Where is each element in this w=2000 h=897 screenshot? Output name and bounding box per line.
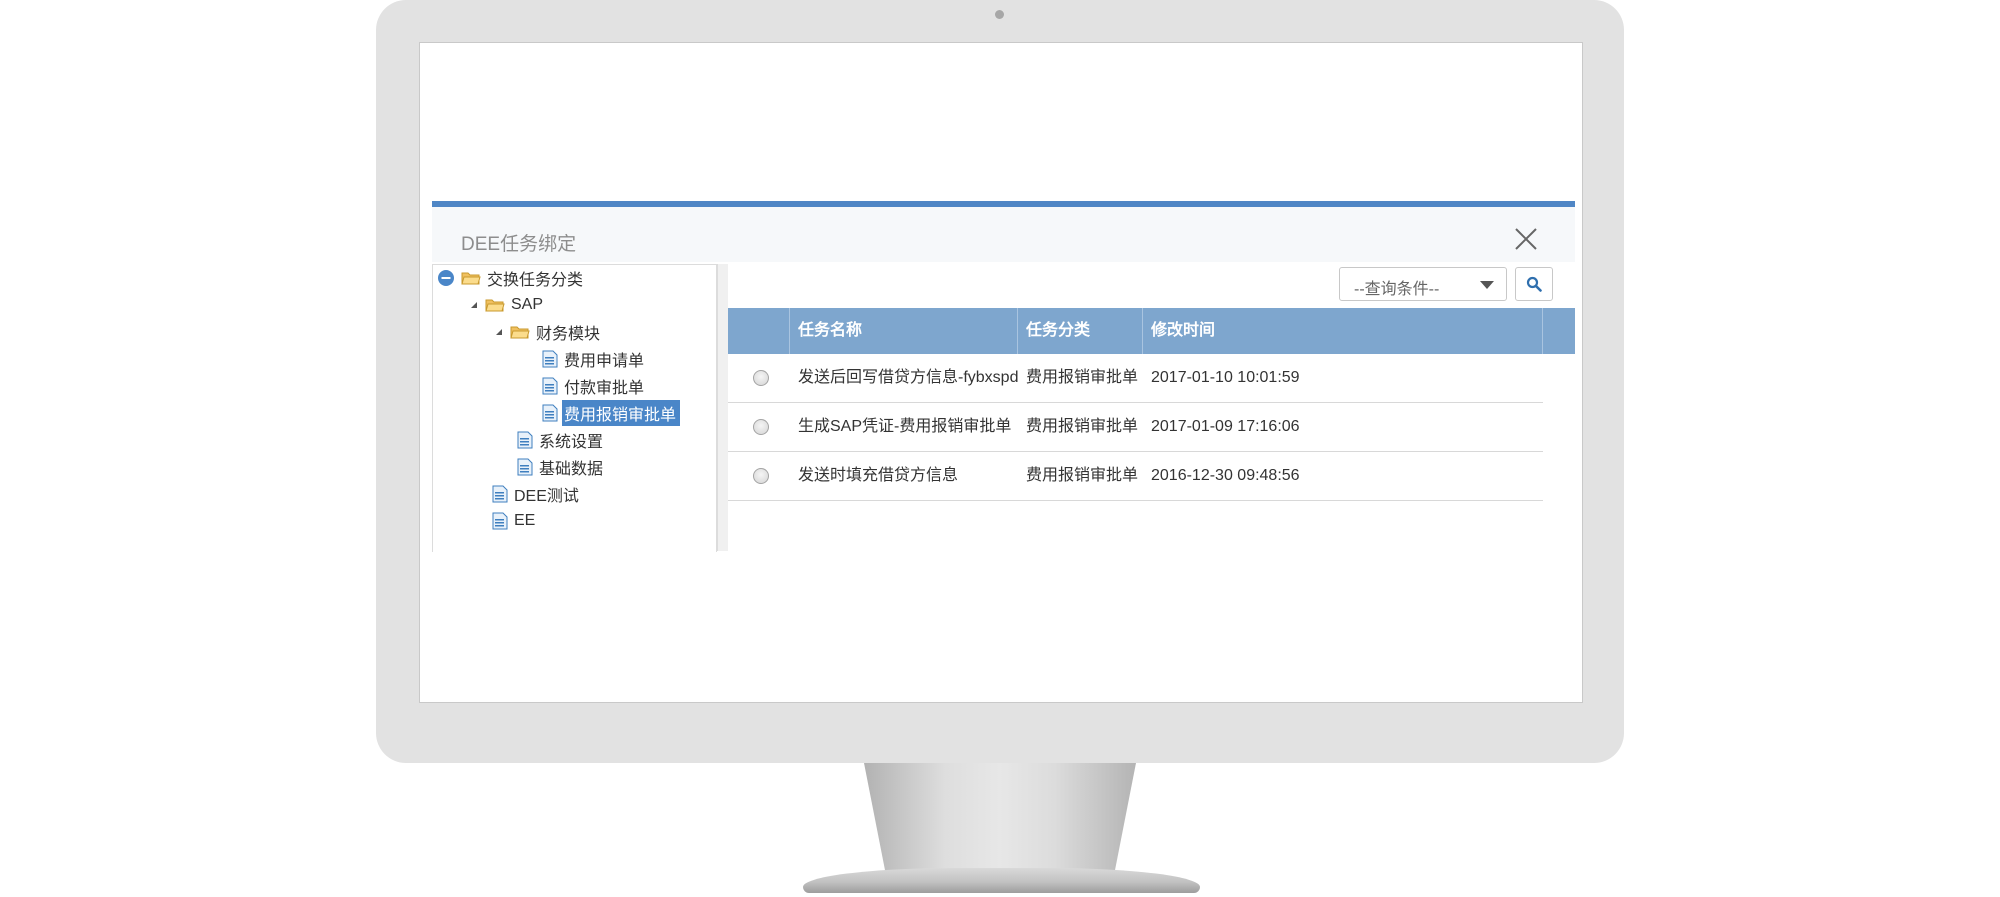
header-task-category[interactable]: 任务分类	[1018, 308, 1143, 354]
dialog-header: DEE任务绑定	[432, 207, 1575, 262]
tree-label: DEE测试	[514, 488, 579, 505]
row-radio[interactable]	[753, 468, 769, 484]
tree-label: SAP	[511, 296, 544, 313]
cell-modified-time: 2017-01-10 10:01:59	[1151, 369, 1300, 386]
collapse-icon[interactable]	[437, 269, 455, 287]
cell-task-category: 费用报销审批单	[1026, 467, 1139, 484]
tree-label: 费用报销审批单	[562, 400, 681, 426]
tree-label: 付款审批单	[564, 380, 645, 397]
task-grid-area: --查询条件-- 任务名称 任务分类 修改时间 发送后回写借贷方信息-fybxs…	[728, 264, 1575, 551]
cell-task-category: 费用报销审批单	[1026, 418, 1139, 435]
query-condition-label: --查询条件--	[1354, 281, 1440, 298]
monitor-stand-neck	[864, 763, 1136, 874]
tree-node-finance[interactable]: 财务模块	[494, 321, 604, 343]
chevron-down-icon	[1480, 281, 1494, 289]
tree-node-ee[interactable]: EE	[492, 510, 539, 532]
tree-label: 费用申请单	[564, 353, 645, 370]
tree-label: EE	[514, 512, 536, 529]
cell-task-name: 发送后回写借贷方信息-fybxspd	[798, 369, 1019, 386]
monitor-screen: DEE任务绑定 交换任务分类 SAP 财务模块 费用申请单 付款审批单 费用报销…	[419, 42, 1583, 703]
grid-header: 任务名称 任务分类 修改时间	[728, 308, 1575, 354]
camera-dot	[995, 10, 1004, 19]
cell-modified-time: 2017-01-09 17:16:06	[1151, 418, 1300, 435]
tree-node-expense[interactable]: 费用报销审批单	[542, 400, 681, 426]
cell-modified-time: 2016-12-30 09:48:56	[1151, 467, 1300, 484]
search-button[interactable]	[1515, 267, 1553, 301]
tree-node-dee-test[interactable]: DEE测试	[492, 483, 583, 505]
document-icon	[542, 404, 558, 422]
folder-open-icon	[510, 326, 530, 339]
tree-node-system[interactable]: 系统设置	[517, 429, 607, 451]
table-row[interactable]: 发送后回写借贷方信息-fybxspd 费用报销审批单 2017-01-10 10…	[728, 354, 1543, 403]
category-tree: 交换任务分类 SAP 财务模块 费用申请单 付款审批单 费用报销审批单 系统设置…	[432, 264, 717, 552]
cell-task-name: 发送时填充借贷方信息	[798, 467, 959, 484]
tree-node-sap[interactable]: SAP	[469, 294, 547, 316]
header-task-name[interactable]: 任务名称	[790, 308, 1018, 354]
cell-task-name: 生成SAP凭证-费用报销审批单	[798, 418, 1012, 435]
dialog-title: DEE任务绑定	[461, 234, 577, 255]
cell-task-category: 费用报销审批单	[1026, 369, 1139, 386]
expanded-triangle-icon[interactable]	[469, 300, 479, 310]
close-icon	[1515, 228, 1537, 250]
tree-node-fee-apply[interactable]: 费用申请单	[542, 348, 648, 370]
tree-node-basic-data[interactable]: 基础数据	[517, 456, 607, 478]
pane-splitter[interactable]	[717, 264, 728, 551]
query-condition-select[interactable]: --查询条件--	[1339, 267, 1507, 301]
table-row[interactable]: 发送时填充借贷方信息 费用报销审批单 2016-12-30 09:48:56	[728, 452, 1543, 501]
tree-label: 系统设置	[539, 434, 604, 451]
document-icon	[492, 485, 508, 503]
row-radio[interactable]	[753, 419, 769, 435]
tree-node-root[interactable]: 交换任务分类	[437, 267, 587, 289]
header-modified-time[interactable]: 修改时间	[1143, 308, 1543, 354]
folder-open-icon	[485, 299, 505, 312]
monitor-stand-base	[803, 868, 1200, 893]
tree-node-payment[interactable]: 付款审批单	[542, 375, 648, 397]
header-select-column	[728, 308, 790, 354]
tree-label: 财务模块	[536, 326, 601, 343]
tree-label: 交换任务分类	[487, 272, 584, 289]
document-icon	[542, 350, 558, 368]
search-icon	[1526, 276, 1542, 292]
row-radio[interactable]	[753, 370, 769, 386]
folder-open-icon	[461, 272, 481, 285]
tree-label: 基础数据	[539, 461, 604, 478]
document-icon	[492, 512, 508, 530]
expanded-triangle-icon[interactable]	[494, 327, 504, 337]
table-row[interactable]: 生成SAP凭证-费用报销审批单 费用报销审批单 2017-01-09 17:16…	[728, 403, 1543, 452]
close-button[interactable]	[1512, 225, 1540, 253]
document-icon	[517, 458, 533, 476]
document-icon	[542, 377, 558, 395]
dee-task-binding-dialog: DEE任务绑定 交换任务分类 SAP 财务模块 费用申请单 付款审批单 费用报销…	[432, 201, 1575, 552]
document-icon	[517, 431, 533, 449]
